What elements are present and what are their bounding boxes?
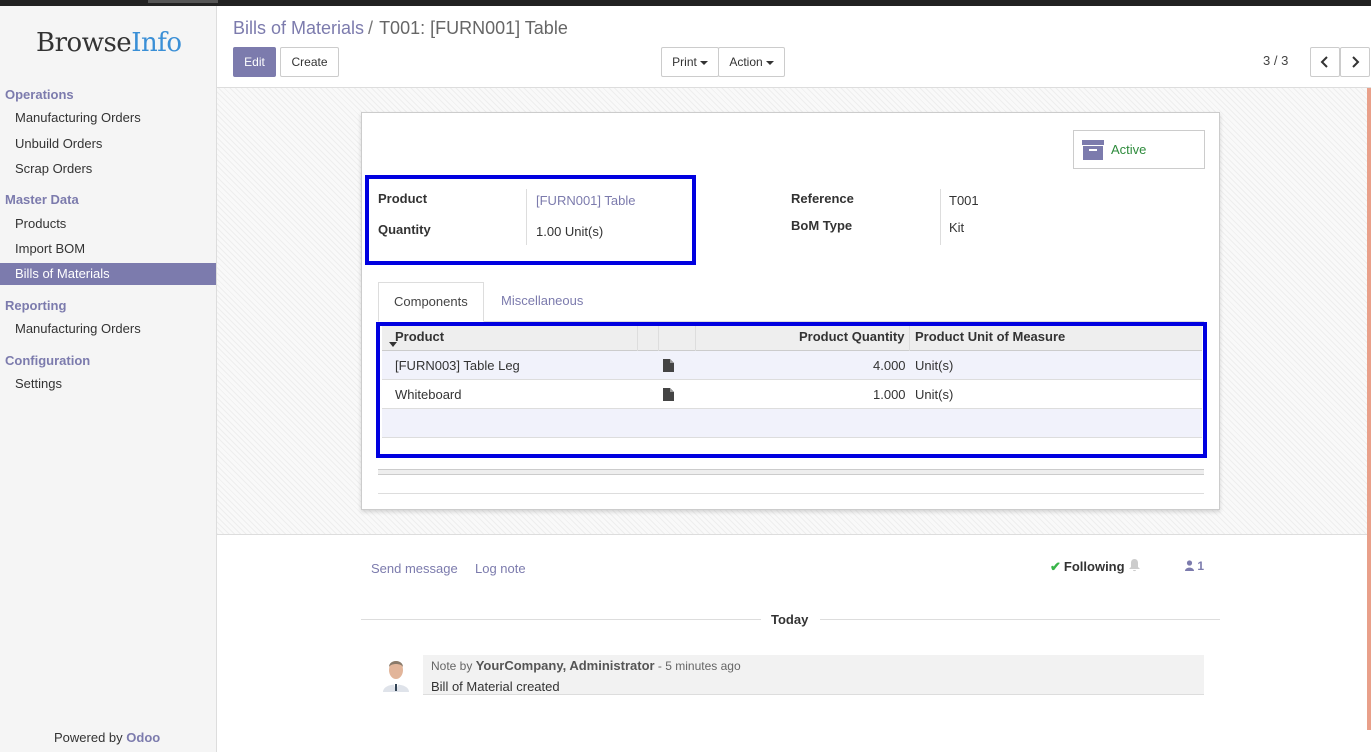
active-status-label: Active [1111,142,1147,157]
avatar[interactable] [380,656,412,692]
pager-value: 3 / 3 [1263,53,1289,68]
sidebar: BrowseInfo Operations Manufacturing Orde… [0,6,217,752]
breadcrumb: Bills of Materials / T001: [FURN001] Table [233,18,568,39]
pager-previous-button[interactable] [1310,47,1340,77]
sidebar-item-unbuild-orders[interactable]: Unbuild Orders [0,133,216,155]
sidebar-item-manufacturing-orders[interactable]: Manufacturing Orders [0,107,216,129]
sidebar-item-reporting-manufacturing-orders[interactable]: Manufacturing Orders [0,318,216,340]
highlight-box-components-table [376,322,1207,458]
reference-label: Reference [791,191,854,206]
sidebar-item-settings[interactable]: Settings [0,373,216,395]
create-button[interactable]: Create [280,47,339,77]
followers-button[interactable]: 1 [1185,559,1204,573]
field-divider [940,189,941,245]
top-bar-tab [148,0,218,3]
divider [378,493,1204,494]
checkmark-icon: ✔ [1050,559,1061,574]
active-toggle-button[interactable]: Active [1073,130,1205,169]
notebook-tabs: Components Miscellaneous [378,282,1204,322]
edit-button[interactable]: Edit [233,47,276,77]
sidebar-item-import-bom[interactable]: Import BOM [0,238,216,260]
pager-next-button[interactable] [1340,47,1370,77]
caret-down-icon [765,60,774,65]
sidebar-section-reporting: Reporting [5,298,67,313]
archive-icon [1082,140,1104,160]
breadcrumb-separator: / [368,18,374,38]
brand-logo[interactable]: BrowseInfo [36,28,182,58]
sidebar-section-master-data: Master Data [5,192,79,207]
caret-down-icon [699,60,708,65]
user-icon [1185,560,1194,571]
divider [361,619,761,620]
scrollbar-edge [1367,88,1371,730]
following-button[interactable]: ✔ Following [1050,559,1125,575]
message-meta: Note by YourCompany, Administrator - 5 m… [431,658,741,673]
chatter-message: Note by YourCompany, Administrator - 5 m… [423,655,1204,695]
odoo-link[interactable]: Odoo [126,730,160,745]
sidebar-section-operations: Operations [5,87,74,102]
breadcrumb-current: T001: [FURN001] Table [379,18,568,38]
table-footer [378,469,1204,475]
send-message-button[interactable]: Send message [371,561,458,576]
action-dropdown[interactable]: Action [718,47,785,77]
sidebar-item-bills-of-materials[interactable]: Bills of Materials [0,263,216,285]
date-separator: Today [771,612,809,627]
powered-by: Powered by Odoo [54,730,161,745]
sidebar-item-products[interactable]: Products [0,213,216,235]
sidebar-item-scrap-orders[interactable]: Scrap Orders [0,158,216,180]
tab-components[interactable]: Components [378,282,484,322]
message-author[interactable]: YourCompany, Administrator [476,658,655,673]
sidebar-section-configuration: Configuration [5,353,91,368]
bom-type-value: Kit [949,220,965,235]
divider [820,619,1220,620]
message-body: Bill of Material created [431,679,560,694]
tab-miscellaneous[interactable]: Miscellaneous [486,282,598,322]
chevron-left-icon [1320,56,1328,68]
print-dropdown[interactable]: Print [661,47,719,77]
breadcrumb-parent[interactable]: Bills of Materials [233,18,364,38]
bell-icon[interactable] [1129,559,1140,572]
bom-type-label: BoM Type [791,218,853,233]
highlight-box-product-fields [365,175,696,265]
reference-value: T001 [949,193,979,208]
log-note-button[interactable]: Log note [475,561,526,576]
chevron-right-icon [1352,56,1360,68]
control-panel: Bills of Materials / T001: [FURN001] Table… [217,6,1371,88]
